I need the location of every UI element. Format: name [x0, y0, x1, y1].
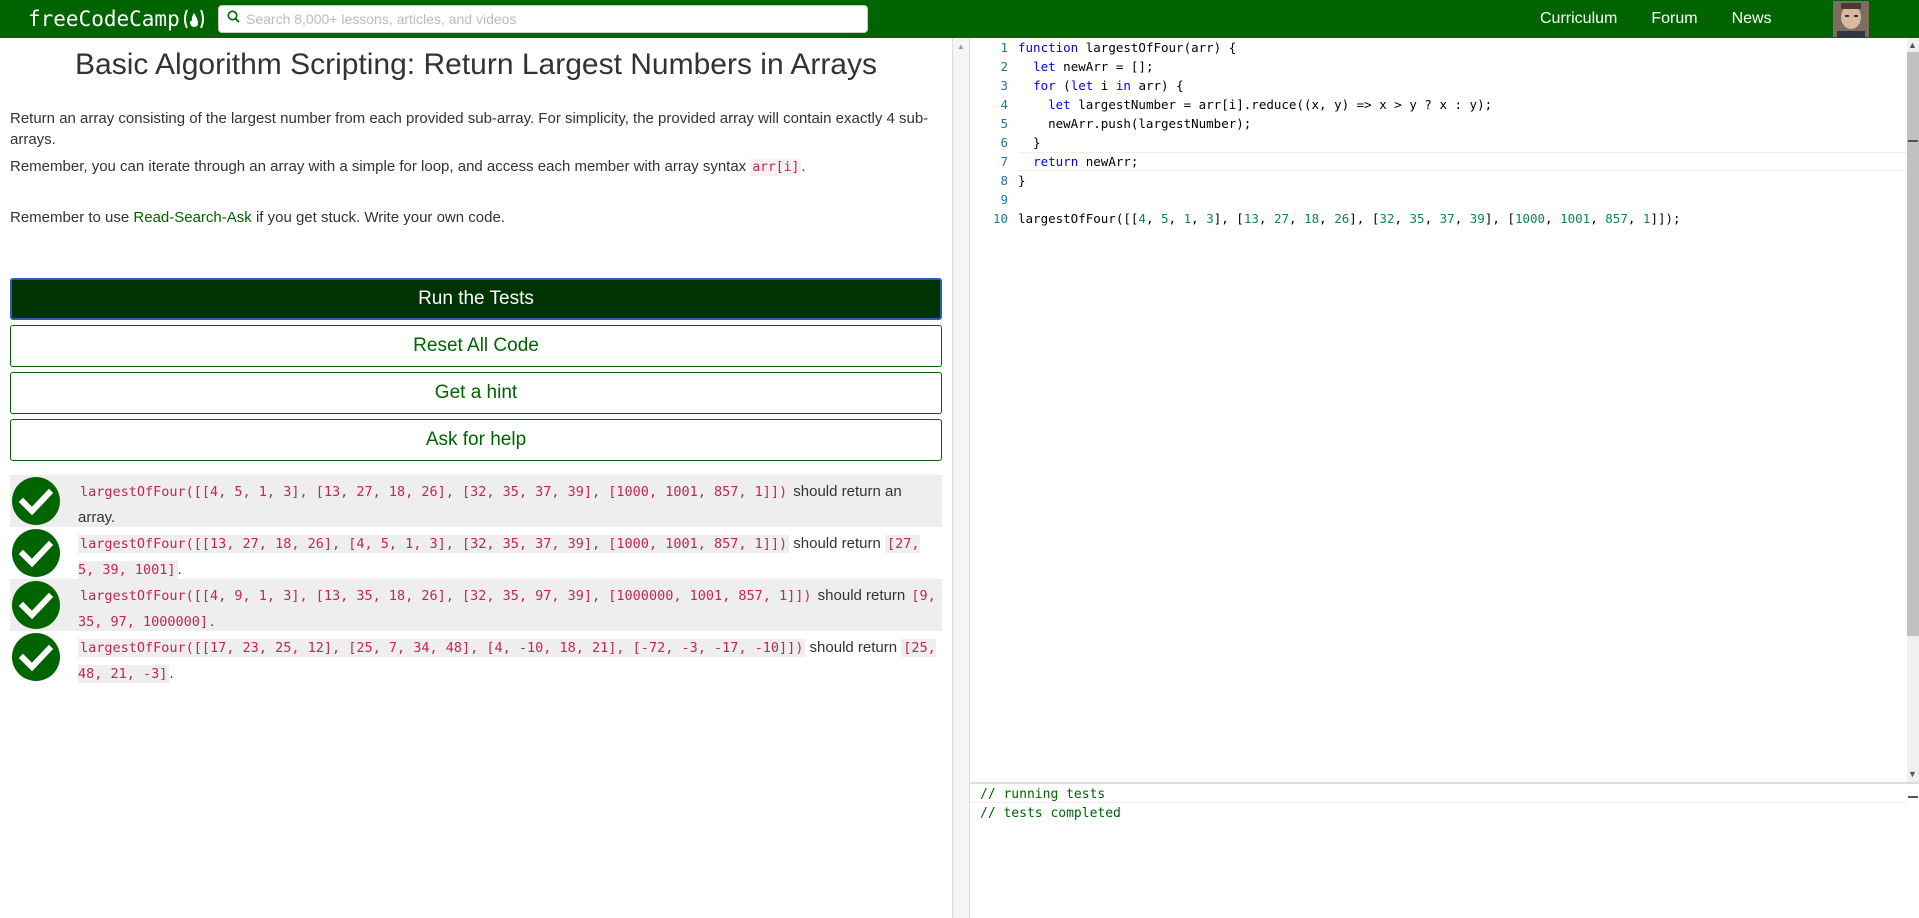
remember-loop-text: Remember, you can iterate through an arr…: [10, 158, 751, 175]
remember-rsa-prefix: Remember to use: [10, 209, 134, 226]
overview-ruler-mark: [1908, 140, 1918, 142]
freecodecamp-logo[interactable]: freeCodeCamp: [28, 4, 206, 34]
flame-icon: [182, 8, 206, 30]
output-console: // running tests // tests completed: [970, 782, 1919, 918]
check-circle-icon: [12, 581, 60, 629]
test-result-row: largestOfFour([[17, 23, 25, 12], [25, 7,…: [10, 631, 942, 683]
test-end: .: [169, 665, 174, 682]
code-line: 5 newArr.push(largestNumber);: [1000, 116, 1252, 131]
check-circle-icon: [12, 477, 60, 525]
code-line: 2 let newArr = [];: [1000, 59, 1154, 74]
run-tests-button[interactable]: Run the Tests: [10, 278, 942, 320]
code-line: 10 largestOfFour([[4, 5, 1, 3], [13, 27, …: [992, 211, 1681, 226]
scroll-down-icon[interactable]: ▼: [1908, 769, 1917, 779]
code-line: 4 let largestNumber = arr[i].reduce((x, …: [1000, 97, 1493, 112]
remember-loop-end: .: [801, 158, 806, 175]
test-text: should return: [789, 535, 885, 552]
get-hint-button[interactable]: Get a hint: [10, 372, 942, 414]
challenge-remember-rsa: Remember to use Read-Search-Ask if you g…: [10, 207, 940, 228]
challenge-panel: Basic Algorithm Scripting: Return Larges…: [0, 38, 952, 918]
code-line: 7 return newArr;: [1000, 154, 1139, 169]
reset-code-button[interactable]: Reset All Code: [10, 325, 942, 367]
code-line: 3 for (let i in arr) {: [1000, 78, 1184, 93]
search-bar[interactable]: [218, 5, 868, 33]
read-search-ask-link[interactable]: Read-Search-Ask: [133, 209, 251, 226]
test-result-row: largestOfFour([[13, 27, 18, 26], [4, 5, …: [10, 527, 942, 579]
challenge-remember-loop: Remember, you can iterate through an arr…: [10, 156, 940, 178]
nav-links: Curriculum Forum News: [1540, 0, 1806, 38]
search-input[interactable]: [246, 11, 846, 27]
test-text: should return: [805, 639, 902, 656]
remember-rsa-suffix: if you get stuck. Write your own code.: [251, 209, 505, 226]
current-line-highlight: [1018, 152, 1907, 171]
test-code: largestOfFour([[13, 27, 18, 26], [4, 5, …: [78, 535, 790, 553]
test-text: should return: [813, 587, 910, 604]
nav-link-news[interactable]: News: [1732, 10, 1772, 28]
console-separator: [970, 802, 1907, 803]
check-circle-icon: [12, 633, 60, 681]
inline-code-arr-i: arr[i]: [750, 159, 802, 176]
nav-link-forum[interactable]: Forum: [1651, 10, 1697, 28]
check-circle-icon: [12, 529, 60, 577]
test-end: .: [210, 613, 215, 630]
code-editor[interactable]: 1 function largestOfFour(arr) { 2 let new…: [970, 38, 1907, 782]
test-description: largestOfFour([[13, 27, 18, 26], [4, 5, …: [78, 531, 940, 583]
test-description: largestOfFour([[4, 5, 1, 3], [13, 27, 18…: [78, 479, 940, 531]
test-result-row: largestOfFour([[4, 9, 1, 3], [13, 35, 18…: [10, 579, 942, 631]
code-line: 9: [1000, 192, 1008, 207]
test-end: .: [177, 561, 182, 578]
code-line: 6 }: [1000, 135, 1041, 150]
code-line: 8}: [1000, 173, 1026, 188]
challenge-title: Basic Algorithm Scripting: Return Larges…: [75, 48, 877, 81]
test-description: largestOfFour([[17, 23, 25, 12], [25, 7,…: [78, 635, 940, 687]
top-navbar: freeCodeCamp Curriculum Forum News: [0, 0, 1919, 38]
test-description: largestOfFour([[4, 9, 1, 3], [13, 35, 18…: [78, 583, 940, 635]
test-code: largestOfFour([[17, 23, 25, 12], [25, 7,…: [78, 639, 806, 657]
test-results: largestOfFour([[4, 5, 1, 3], [13, 27, 18…: [10, 475, 942, 683]
panel-resize-handle[interactable]: ▲: [952, 38, 970, 918]
nav-link-curriculum[interactable]: Curriculum: [1540, 10, 1617, 28]
test-result-row: largestOfFour([[4, 5, 1, 3], [13, 27, 18…: [10, 475, 942, 527]
console-ruler-mark: [1908, 796, 1918, 798]
brand-name: freeCodeCamp: [28, 7, 180, 31]
user-avatar[interactable]: [1833, 1, 1869, 37]
code-line: 1 function largestOfFour(arr) {: [1000, 40, 1237, 55]
test-code: largestOfFour([[4, 5, 1, 3], [13, 27, 18…: [78, 483, 790, 501]
search-icon: [227, 10, 240, 28]
test-code: largestOfFour([[4, 9, 1, 3], [13, 35, 18…: [78, 587, 814, 605]
ask-for-help-button[interactable]: Ask for help: [10, 419, 942, 461]
console-line: // tests completed: [980, 806, 1121, 821]
challenge-description: Return an array consisting of the larges…: [10, 110, 929, 148]
collapse-up-icon[interactable]: ▲: [957, 42, 965, 51]
scroll-up-icon[interactable]: ▲: [1908, 40, 1917, 50]
